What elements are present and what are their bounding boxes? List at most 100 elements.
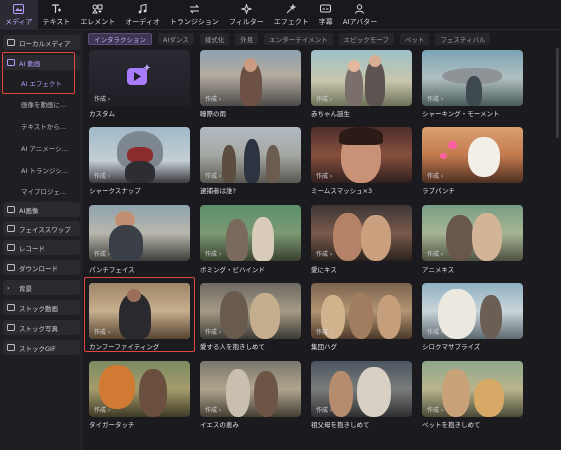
effect-card-punch-face[interactable]: 作成 ›	[89, 205, 190, 261]
effect-card-hug-loved-one[interactable]: 作成 ›	[200, 283, 301, 339]
card-title: 愛にキス	[311, 266, 337, 274]
effect-card-arrest[interactable]: 作成 ›	[200, 127, 301, 183]
tab-ai-avatar[interactable]: AIアバター	[338, 0, 383, 30]
filter-icon	[240, 4, 252, 15]
sidebar-item-image-to-video[interactable]: 画像を動画に...	[3, 96, 80, 111]
sidebar-item-stock-gif[interactable]: ストックGIF	[3, 340, 80, 355]
folder-icon	[7, 39, 15, 46]
create-label: 作成 ›	[205, 96, 222, 103]
tab-subtitle[interactable]: 字幕	[314, 0, 338, 30]
card-title: ラブパンチ	[422, 187, 455, 195]
tab-text[interactable]: テキスト	[38, 0, 76, 30]
tab-stylize[interactable]: 様式化	[199, 33, 230, 45]
tab-ai-dance[interactable]: AIダンス	[158, 33, 194, 45]
effect-card-anime-kiss[interactable]: 作成 ›	[422, 205, 523, 261]
effect-card-kiss[interactable]: 作成 ›	[311, 205, 412, 261]
category-tabs: インタラクション AIダンス 様式化 外見 エンターテイメント エピックモーフ …	[88, 33, 496, 46]
effect-card-grandparents[interactable]: 作成 ›	[311, 361, 412, 417]
card-title: アニメキス	[422, 266, 455, 274]
effect-card-custom[interactable]: 作成 ›	[89, 50, 190, 106]
create-label: 作成 ›	[316, 173, 333, 180]
create-label: 作成 ›	[94, 173, 111, 180]
download-icon	[7, 264, 15, 271]
sidebar-item-ai-transition[interactable]: AI トランジシ...	[3, 162, 80, 177]
create-label: 作成 ›	[205, 173, 222, 180]
sidebar-item-download[interactable]: ダウンロード	[3, 260, 80, 275]
effect-card-polar-bear[interactable]: 作成 ›	[422, 283, 523, 339]
sidebar-item-text-to-video[interactable]: テキストから...	[3, 118, 80, 133]
card-title: カスタム	[89, 110, 115, 118]
sidebar-item-local-media[interactable]: ローカルメディア	[3, 35, 80, 50]
tab-filter[interactable]: フィルター	[224, 0, 269, 30]
effect-card-hug-pet[interactable]: 作成 ›	[422, 361, 523, 417]
custom-video-icon	[127, 64, 151, 85]
card-title: シャークスナップ	[89, 187, 141, 195]
effect-card-rain[interactable]: 作成 ›	[200, 50, 301, 106]
effect-card-love-punch[interactable]: 作成 ›	[422, 127, 523, 183]
sidebar-item-ai-image[interactable]: AI画像	[3, 202, 80, 217]
tab-interaction[interactable]: インタラクション	[88, 33, 152, 45]
sidebar-item-stock-video[interactable]: ストック動画	[3, 300, 80, 315]
card-title: 逮捕者は誰?	[200, 187, 236, 195]
effect-card-meme-smash[interactable]: 作成 ›	[311, 127, 412, 183]
tab-festival[interactable]: フェスティバル	[435, 33, 491, 45]
create-label: 作成 ›	[316, 329, 333, 336]
effect-card-tiger-touch[interactable]: 作成 ›	[89, 361, 190, 417]
text-icon	[50, 4, 62, 15]
card-title: 愛する人を抱きしめて	[200, 343, 265, 351]
card-title: ペットを抱きしめて	[422, 421, 481, 429]
card-title: タイガータッチ	[89, 421, 135, 429]
create-label: 作成 ›	[316, 96, 333, 103]
card-title: ミームスマッシュ×3	[311, 187, 373, 195]
tab-audio[interactable]: オーディオ	[120, 0, 165, 30]
effect-card-jesus-grace[interactable]: 作成 ›	[200, 361, 301, 417]
image-icon	[7, 206, 15, 213]
effect-card-group-hug[interactable]: 作成 ›	[311, 283, 412, 339]
tab-epic-morph[interactable]: エピックモーフ	[338, 33, 394, 45]
top-toolbar: メディア テキスト エレメント オーディオ トランジション フィルター エフェク…	[0, 0, 561, 30]
effect-card-shark-snap[interactable]: 作成 ›	[89, 127, 190, 183]
create-label: 作成 ›	[427, 96, 444, 103]
tab-entertainment[interactable]: エンターテイメント	[264, 33, 333, 45]
gif-icon	[7, 344, 15, 351]
create-label: 作成 ›	[427, 329, 444, 336]
create-label: 作成 ›	[94, 407, 111, 414]
tab-transition[interactable]: トランジション	[165, 0, 224, 30]
sidebar-item-background[interactable]: › 背景	[3, 280, 80, 295]
create-label: 作成 ›	[205, 407, 222, 414]
sidebar-item-ai-animation[interactable]: AI アニメーシ...	[3, 140, 80, 155]
sidebar-item-face-swap[interactable]: フェイススワップ	[3, 221, 80, 236]
chevron-right-icon: ›	[7, 284, 10, 292]
card-title: 集団ハグ	[311, 343, 337, 351]
subtitle-icon	[320, 4, 332, 15]
tab-element[interactable]: エレメント	[75, 0, 120, 30]
effect-icon	[285, 4, 297, 15]
card-title: シャーキング・モーメント	[422, 110, 500, 118]
create-label: 作成 ›	[427, 407, 444, 414]
effect-card-baby[interactable]: 作成 ›	[311, 50, 412, 106]
sidebar-item-my-projects[interactable]: マイプロジェ...	[3, 183, 80, 198]
effect-card-shark[interactable]: 作成 ›	[422, 50, 523, 106]
face-swap-icon	[7, 225, 15, 232]
card-title: カンフーファイティング	[89, 343, 160, 351]
sidebar-item-record[interactable]: レコード	[3, 240, 80, 255]
card-title: ボミング・ビハインド	[200, 266, 265, 274]
card-title: パンチフェイス	[89, 266, 135, 274]
audio-icon	[137, 4, 149, 15]
tab-media[interactable]: メディア	[0, 0, 38, 30]
record-icon	[7, 244, 15, 251]
create-label: 作成 ›	[427, 251, 444, 258]
sidebar-item-stock-photo[interactable]: ストック写真	[3, 320, 80, 335]
card-title: 赤ちゃん誕生	[311, 110, 350, 118]
effect-card-bombing[interactable]: 作成 ›	[200, 205, 301, 261]
scrollbar[interactable]	[556, 48, 559, 138]
create-label: 作成 ›	[205, 329, 222, 336]
create-label: 作成 ›	[316, 251, 333, 258]
card-title: 祖父母を抱きしめて	[311, 421, 370, 429]
tab-pet[interactable]: ペット	[399, 33, 430, 45]
stock-video-icon	[7, 304, 15, 311]
create-label: 作成 ›	[316, 407, 333, 414]
card-title: イエスの恵み	[200, 421, 239, 429]
tab-effect[interactable]: エフェクト	[269, 0, 314, 30]
tab-appearance[interactable]: 外見	[235, 33, 259, 45]
